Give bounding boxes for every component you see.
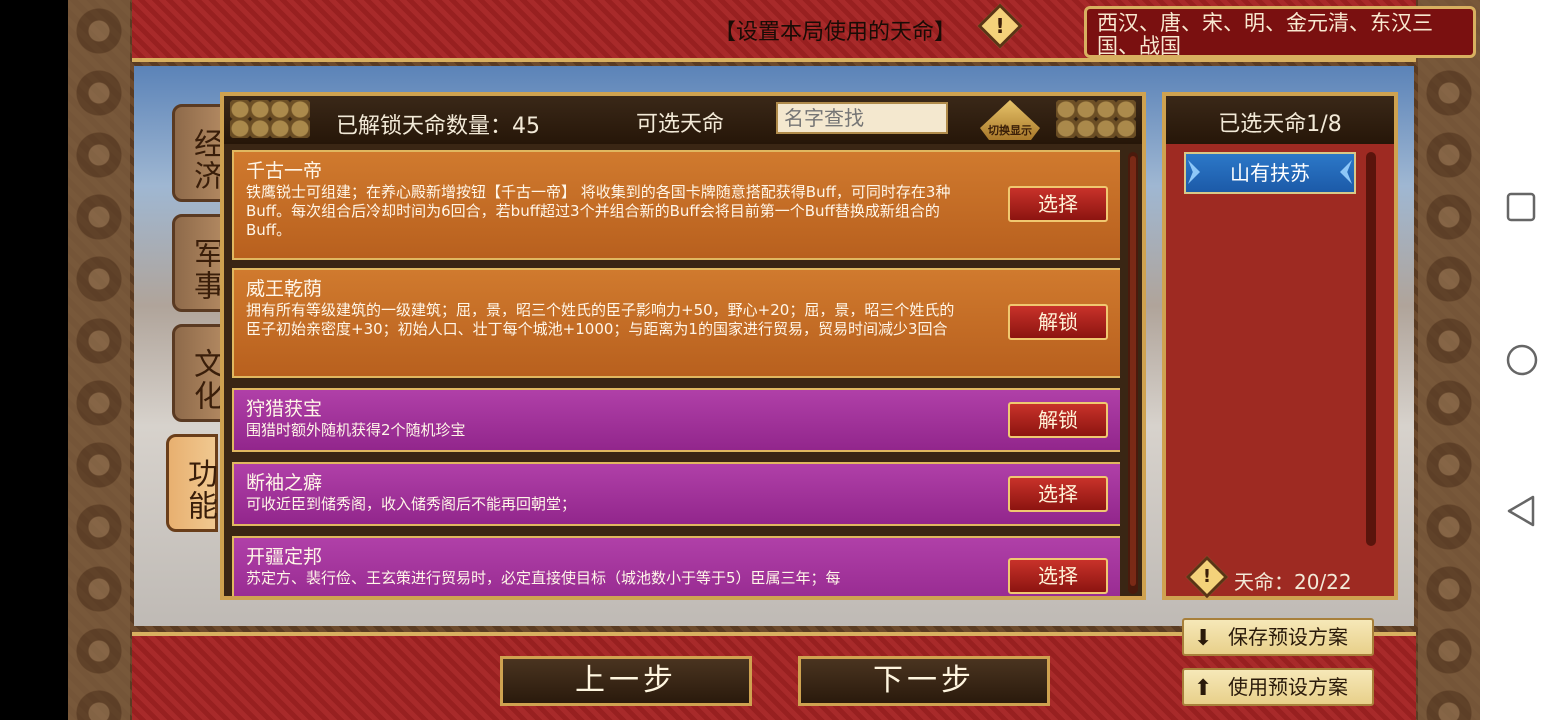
- chevron-right-icon: [1340, 160, 1352, 184]
- select-button[interactable]: 选择: [1008, 186, 1108, 222]
- list-item: 千古一帝 铁鹰锐士可组建；在养心殿新增按钮【千古一帝】 将收集到的各国卡牌随意搭…: [232, 150, 1120, 260]
- mandate-usage: 天命：20/22: [1234, 570, 1352, 594]
- left-ornament: [68, 0, 130, 720]
- game-screen: 【设置本局使用的天命】 ! 西汉、唐、宋、明、金元清、东汉三国、战国 经济 军事…: [68, 0, 1480, 720]
- list-scroll-thumb[interactable]: [1130, 156, 1136, 586]
- list-title: 可选天命: [636, 112, 725, 137]
- save-preset-label: 保存预设方案: [1228, 625, 1348, 649]
- toggle-display-button[interactable]: 切换显示: [980, 100, 1040, 140]
- select-button[interactable]: 选择: [1008, 558, 1108, 594]
- mandate-description: 苏定方、裴行俭、王玄策进行贸易时，必定直接使目标（城池数小于等于5）臣属三年；每: [246, 569, 841, 587]
- tab-culture[interactable]: 文化: [172, 324, 224, 422]
- use-preset-button[interactable]: ⬆ 使用预设方案: [1182, 668, 1374, 706]
- mandate-description: 围猎时额外随机获得2个随机珍宝: [246, 421, 466, 439]
- banner-title: 【设置本局使用的天命】: [714, 20, 957, 45]
- mandate-name: 威王乾荫: [246, 278, 323, 300]
- mandate-description: 铁鹰锐士可组建；在养心殿新增按钮【千古一帝】 将收集到的各国卡牌随意搭配获得Bu…: [246, 183, 951, 239]
- list-item: 狩猎获宝 围猎时额外随机获得2个随机珍宝 解锁: [232, 388, 1120, 452]
- top-banner: 【设置本局使用的天命】 ! 西汉、唐、宋、明、金元清、东汉三国、战国: [132, 0, 1476, 62]
- selected-mandate-panel: 已选天命1/8 山有扶苏 ! 天命：20/22: [1162, 92, 1398, 600]
- mandate-list-panel: 已解锁天命数量：45 可选天命 切换显示 千古一帝 铁鹰锐士可组建；在养心殿新增…: [220, 92, 1146, 600]
- list-item: 威王乾荫 拥有所有等级建筑的一级建筑；屈，景，昭三个姓氏的臣子影响力+50，野心…: [232, 268, 1120, 378]
- back-icon[interactable]: [1506, 494, 1536, 528]
- tab-economy[interactable]: 经济: [172, 104, 224, 202]
- unlock-button[interactable]: 解锁: [1008, 304, 1108, 340]
- dynasty-list[interactable]: 西汉、唐、宋、明、金元清、东汉三国、战国: [1084, 6, 1476, 58]
- next-step-button[interactable]: 下一步: [798, 656, 1050, 706]
- dragon-ornament-left: [230, 100, 310, 138]
- recent-apps-icon[interactable]: [1506, 192, 1536, 222]
- select-button[interactable]: 选择: [1008, 476, 1108, 512]
- list-item: 断袖之癖 可收近臣到储秀阁，收入储秀阁后不能再回朝堂； 选择: [232, 462, 1120, 526]
- mandate-list[interactable]: 千古一帝 铁鹰锐士可组建；在养心殿新增按钮【千古一帝】 将收集到的各国卡牌随意搭…: [228, 150, 1120, 596]
- chevron-left-icon: [1188, 160, 1200, 184]
- selected-header: 已选天命1/8: [1166, 96, 1394, 144]
- tab-military[interactable]: 军事: [172, 214, 224, 312]
- warning-icon[interactable]: !: [977, 3, 1023, 49]
- list-header: 已解锁天命数量：45 可选天命 切换显示: [224, 96, 1142, 144]
- mandate-name: 千古一帝: [246, 160, 323, 182]
- upload-icon: ⬆: [1194, 676, 1213, 701]
- selected-item-label: 山有扶苏: [1230, 161, 1310, 185]
- mandate-name: 断袖之癖: [246, 472, 323, 494]
- mandate-name: 狩猎获宝: [246, 398, 323, 420]
- tab-function[interactable]: 功能: [166, 434, 218, 532]
- selected-scrollbar[interactable]: [1366, 152, 1376, 546]
- dragon-ornament-right: [1056, 100, 1136, 138]
- unlock-button[interactable]: 解锁: [1008, 402, 1108, 438]
- system-navigation-bar: [1480, 0, 1560, 720]
- selected-count: 已选天命1/8: [1218, 112, 1342, 137]
- download-icon: ⬇: [1194, 626, 1213, 651]
- use-preset-label: 使用预设方案: [1228, 675, 1348, 699]
- mandate-description: 可收近臣到储秀阁，收入储秀阁后不能再回朝堂；: [246, 495, 577, 513]
- mandate-name: 开疆定邦: [246, 546, 323, 568]
- save-preset-button[interactable]: ⬇ 保存预设方案: [1182, 618, 1374, 656]
- prev-step-button[interactable]: 上一步: [500, 656, 752, 706]
- name-search-input[interactable]: [776, 102, 948, 134]
- home-icon[interactable]: [1506, 344, 1538, 376]
- warning-icon[interactable]: !: [1185, 555, 1229, 599]
- unlocked-count: 已解锁天命数量：45: [336, 114, 540, 139]
- right-ornament: [1418, 0, 1480, 720]
- selected-item[interactable]: 山有扶苏: [1184, 152, 1356, 194]
- mandate-description: 拥有所有等级建筑的一级建筑；屈，景，昭三个姓氏的臣子影响力+50，野心+20；屈…: [246, 301, 955, 338]
- list-item: 开疆定邦 苏定方、裴行俭、王玄策进行贸易时，必定直接使目标（城池数小于等于5）臣…: [232, 536, 1120, 596]
